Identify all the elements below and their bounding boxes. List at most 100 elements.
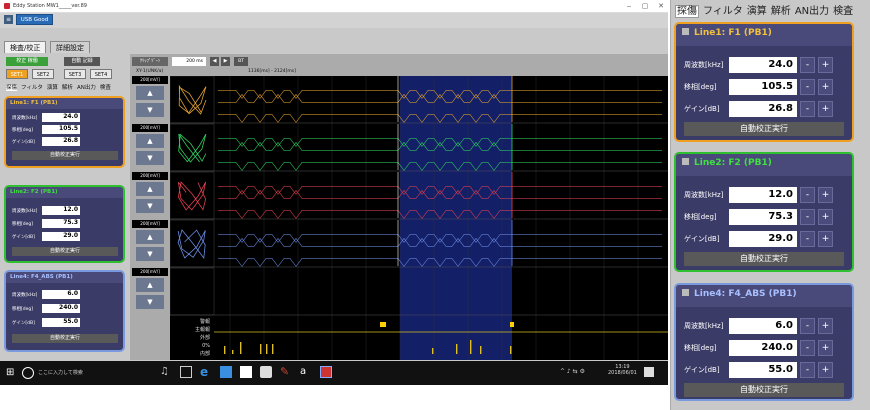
bt-button[interactable]: BT	[234, 57, 248, 66]
range-down-icon[interactable]: ▼	[136, 151, 164, 165]
menu-item-an-output[interactable]: AN出力	[795, 6, 829, 17]
set2-button[interactable]: SET2	[32, 69, 54, 79]
gain-increment-button[interactable]: +	[818, 362, 833, 378]
range-up-icon[interactable]: ▲	[136, 86, 164, 100]
freq-increment-button[interactable]: +	[818, 57, 833, 73]
clock[interactable]: 13:19 2018/06/01	[608, 364, 637, 376]
range-down-icon[interactable]: ▼	[136, 199, 164, 213]
collapse-icon[interactable]	[682, 28, 689, 35]
auto-record-button[interactable]: 自動 記録	[64, 57, 100, 66]
menu-item-an-output[interactable]: AN出力	[77, 85, 96, 91]
tab-detail-settings[interactable]: 詳細設定	[50, 41, 90, 53]
phase-decrement-button[interactable]: -	[800, 209, 815, 225]
set4-button[interactable]: SET4	[90, 69, 112, 79]
freq-field[interactable]: 6.0	[729, 318, 797, 334]
freq-field[interactable]: 12.0	[42, 206, 80, 215]
windows-start-icon[interactable]: ⊞	[6, 368, 16, 378]
phase-field[interactable]: 75.3	[729, 209, 797, 225]
phase-increment-button[interactable]: +	[818, 209, 833, 225]
menu-item-flaw[interactable]: 探傷	[675, 5, 699, 18]
menu-item-flaw[interactable]: 探傷	[6, 85, 18, 91]
set1-button[interactable]: SET1	[6, 69, 28, 79]
menu-item-filter[interactable]: フィルタ	[21, 85, 43, 91]
phase-field[interactable]: 105.5	[729, 79, 797, 95]
gain-field[interactable]: 29.0	[42, 232, 80, 241]
mic-icon[interactable]: ♫	[160, 366, 172, 378]
menu-item-calc[interactable]: 演算	[747, 6, 767, 17]
tray-icons[interactable]: ^ ♪ ⇆ ⚙	[560, 368, 585, 375]
tab-inspect[interactable]: 検査/校正	[4, 41, 47, 53]
gain-field[interactable]: 26.8	[729, 101, 797, 117]
phase-field[interactable]: 240.0	[42, 304, 80, 313]
gain-increment-button[interactable]: +	[818, 101, 833, 117]
menu-item-calc[interactable]: 演算	[47, 85, 58, 91]
freq-decrement-button[interactable]: -	[800, 318, 815, 334]
paint-icon[interactable]: ✎	[280, 366, 292, 378]
range-down-icon[interactable]: ▼	[136, 247, 164, 261]
phase-decrement-button[interactable]: -	[800, 340, 815, 356]
auto-calibrate-button[interactable]: 自動校正実行	[12, 247, 118, 256]
phase-decrement-button[interactable]: -	[800, 79, 815, 95]
auto-calibrate-button[interactable]: 自動校正実行	[12, 334, 118, 343]
hamburger-menu-icon[interactable]: ≡	[4, 15, 13, 24]
phase-field[interactable]: 75.3	[42, 219, 80, 228]
menu-item-analysis[interactable]: 解析	[771, 6, 791, 17]
menu-item-analysis[interactable]: 解析	[62, 85, 73, 91]
taskbar-search[interactable]: ここに入力して検索	[38, 369, 83, 376]
notification-icon[interactable]	[644, 367, 654, 377]
mail-icon[interactable]	[260, 366, 272, 378]
gain-field[interactable]: 55.0	[729, 362, 797, 378]
waveform-plot[interactable]: 警報主報報外部 0%内部	[170, 76, 668, 360]
eddy-station-taskbar-icon[interactable]	[320, 366, 332, 378]
range-down-icon[interactable]: ▼	[136, 295, 164, 309]
freq-decrement-button[interactable]: -	[800, 187, 815, 203]
gain-decrement-button[interactable]: -	[800, 231, 815, 247]
freq-field[interactable]: 24.0	[729, 57, 797, 73]
clip-zone-button[interactable]: ｸﾘｯﾌﾟｿﾞｰﾝ	[132, 57, 168, 66]
gain-decrement-button[interactable]: -	[800, 101, 815, 117]
range-up-icon[interactable]: ▲	[136, 182, 164, 196]
freq-field[interactable]: 24.0	[42, 113, 80, 122]
cortana-icon[interactable]	[22, 367, 34, 379]
gain-field[interactable]: 26.8	[42, 137, 80, 146]
range-up-icon[interactable]: ▲	[136, 134, 164, 148]
freq-field[interactable]: 6.0	[42, 290, 80, 299]
auto-calibrate-button[interactable]: 自動校正実行	[12, 151, 118, 160]
auto-calibrate-button[interactable]: 自動校正実行	[684, 122, 844, 136]
range-up-icon[interactable]: ▲	[136, 278, 164, 292]
freq-decrement-button[interactable]: -	[800, 57, 815, 73]
prev-arrow-icon[interactable]: ◀	[210, 57, 219, 66]
phase-field[interactable]: 105.5	[42, 125, 80, 134]
collapse-icon[interactable]	[682, 158, 689, 165]
amazon-icon[interactable]: a	[300, 366, 312, 378]
set3-button[interactable]: SET3	[64, 69, 86, 79]
auto-calibrate-button[interactable]: 自動校正実行	[684, 252, 844, 266]
gain-field[interactable]: 29.0	[729, 231, 797, 247]
gain-decrement-button[interactable]: -	[800, 362, 815, 378]
time-input[interactable]: 200 ms	[172, 57, 206, 66]
menu-item-inspect[interactable]: 検査	[833, 6, 853, 17]
edge-icon[interactable]: e	[200, 366, 212, 378]
gain-increment-button[interactable]: +	[818, 231, 833, 247]
gain-field[interactable]: 55.0	[42, 318, 80, 327]
task-view-icon[interactable]	[180, 366, 192, 378]
freq-increment-button[interactable]: +	[818, 318, 833, 334]
menu-item-filter[interactable]: フィルタ	[703, 6, 743, 17]
collapse-icon[interactable]	[682, 289, 689, 296]
minimize-button[interactable]: ‒	[622, 1, 636, 11]
next-arrow-icon[interactable]: ▶	[221, 57, 230, 66]
menu-item-inspect[interactable]: 検査	[100, 85, 111, 91]
freq-field[interactable]: 12.0	[729, 187, 797, 203]
maximize-button[interactable]: ▢	[638, 1, 652, 11]
range-up-icon[interactable]: ▲	[136, 230, 164, 244]
close-button[interactable]: ✕	[654, 1, 668, 11]
range-down-icon[interactable]: ▼	[136, 103, 164, 117]
phase-increment-button[interactable]: +	[818, 79, 833, 95]
auto-calibrate-button[interactable]: 自動校正実行	[684, 383, 844, 397]
phase-increment-button[interactable]: +	[818, 340, 833, 356]
usb-status-button[interactable]: USB Good	[16, 14, 53, 25]
store-icon[interactable]	[240, 366, 252, 378]
freq-increment-button[interactable]: +	[818, 187, 833, 203]
phase-field[interactable]: 240.0	[729, 340, 797, 356]
folder-icon[interactable]	[220, 366, 232, 378]
